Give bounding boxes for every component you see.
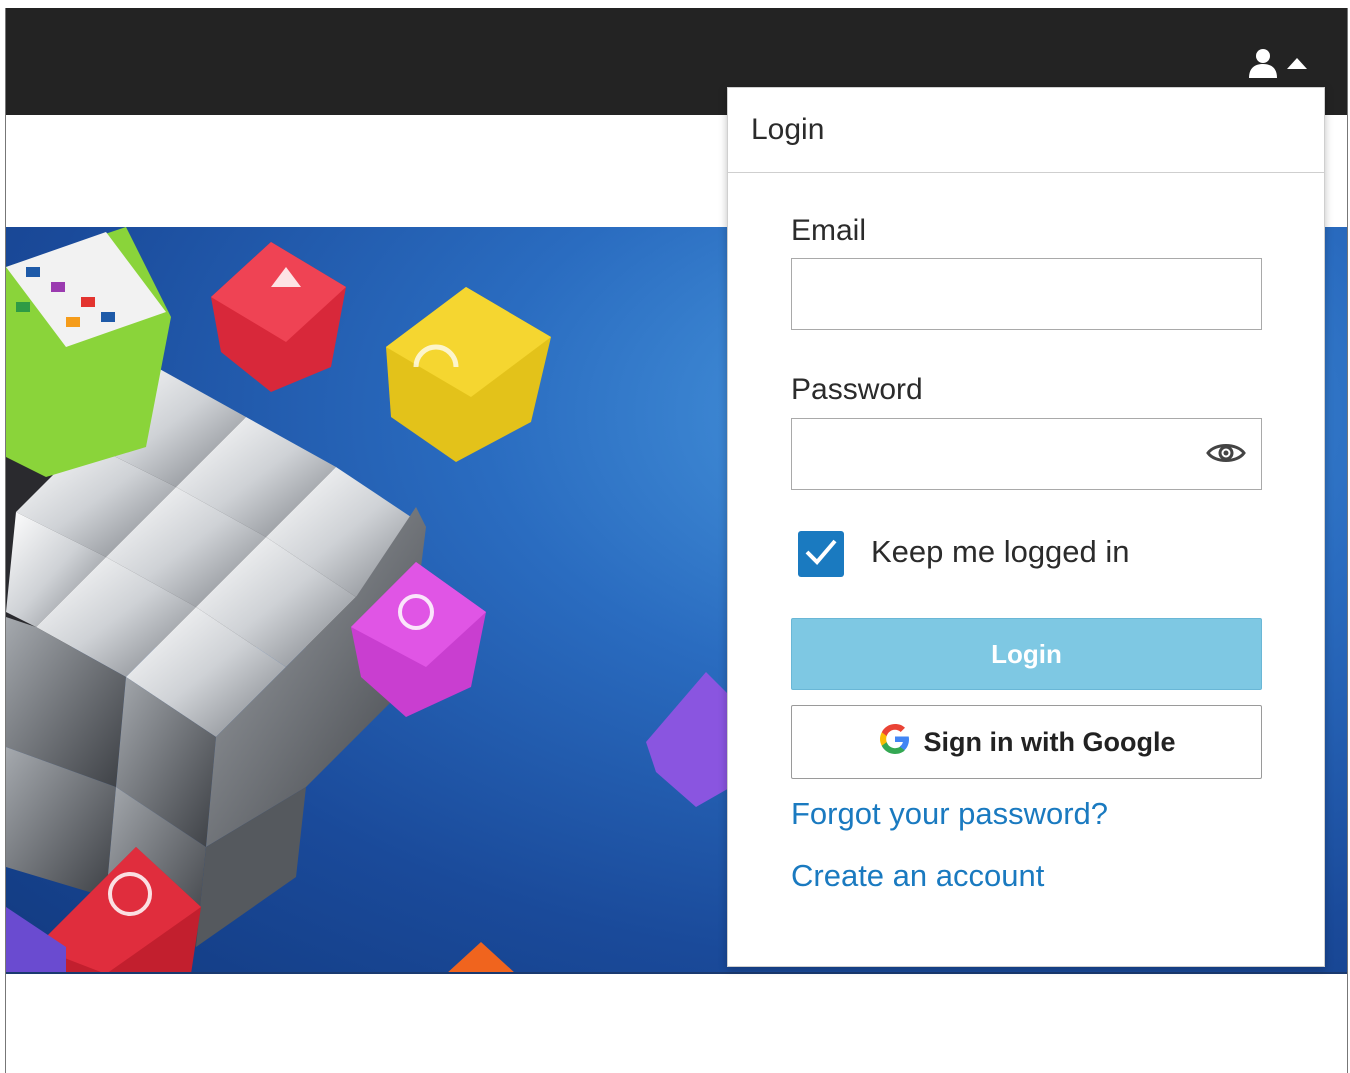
- login-panel-title: Login: [728, 88, 1324, 173]
- keep-logged-in-label[interactable]: Keep me logged in: [871, 534, 1130, 570]
- divider: [6, 972, 1347, 974]
- login-dropdown: Login Email Password Keep me logged in L…: [727, 87, 1325, 967]
- google-button-label: Sign in with Google: [923, 726, 1176, 757]
- checkmark-icon: [804, 537, 838, 572]
- google-g-icon: [878, 722, 912, 763]
- email-label: Email: [791, 214, 867, 247]
- user-icon: [1247, 48, 1279, 78]
- create-account-link[interactable]: Create an account: [791, 858, 1044, 894]
- keep-logged-in-checkbox[interactable]: [798, 531, 844, 577]
- login-button[interactable]: Login: [791, 618, 1262, 690]
- user-menu-toggle[interactable]: [1247, 48, 1307, 78]
- caret-up-icon: [1287, 57, 1307, 69]
- password-label: Password: [791, 373, 923, 406]
- email-field[interactable]: [791, 258, 1262, 330]
- eye-icon[interactable]: [1206, 440, 1246, 471]
- password-field[interactable]: [791, 418, 1262, 490]
- google-signin-button[interactable]: Sign in with Google: [791, 705, 1262, 779]
- forgot-password-link[interactable]: Forgot your password?: [791, 796, 1108, 832]
